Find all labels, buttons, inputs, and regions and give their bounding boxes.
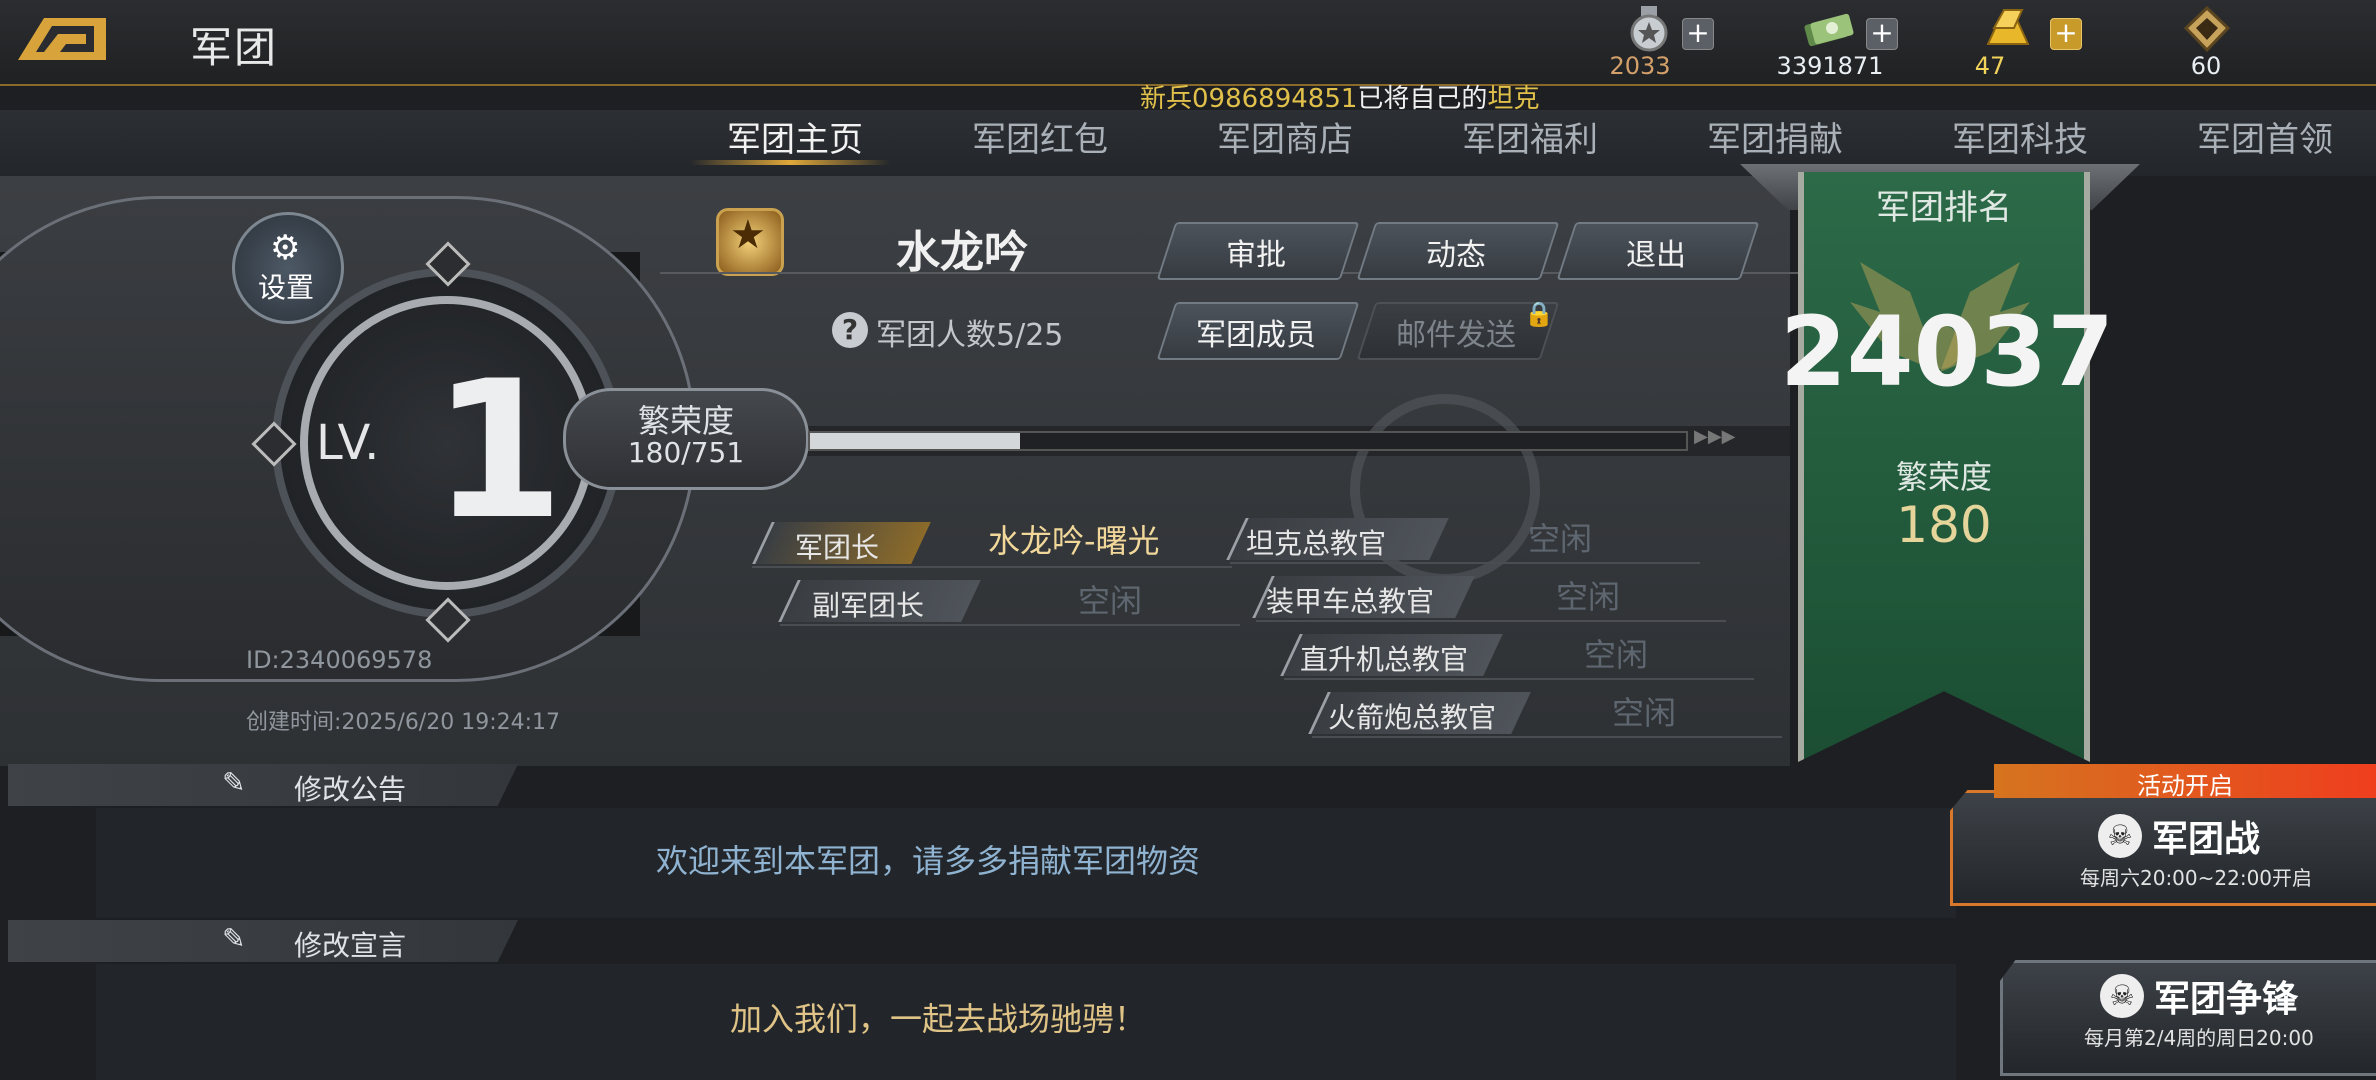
edit-notice-button[interactable] bbox=[8, 764, 518, 806]
page-title: 军团 bbox=[190, 23, 279, 72]
legion-war-title: 军团战 bbox=[2152, 819, 2261, 860]
star-icon: ★ bbox=[730, 212, 766, 258]
created-time: 创建时间:2025/6/20 19:24:17 bbox=[246, 710, 561, 735]
divider bbox=[780, 624, 1240, 626]
role-title-tank-instructor: 坦克总教官 bbox=[1246, 527, 1387, 560]
legion-name: 水龙吟 bbox=[896, 227, 1028, 278]
role-title-heli-instructor: 直升机总教官 bbox=[1300, 643, 1469, 676]
banner-prosperity-value: 180 bbox=[1896, 496, 1992, 554]
tab-shop[interactable]: 军团商店 bbox=[1170, 112, 1400, 161]
activity-label: 动态 bbox=[1426, 238, 1486, 273]
divider bbox=[752, 566, 1232, 568]
back-arrow-icon[interactable] bbox=[14, 12, 110, 64]
add-cash-button[interactable]: + bbox=[1866, 18, 1898, 50]
skull-icon: ☠ bbox=[2098, 814, 2142, 858]
heli-instructor-holder: 空闲 bbox=[1584, 636, 1649, 674]
prosperity-value: 180/751 bbox=[627, 436, 745, 469]
level-label: LV. bbox=[316, 415, 380, 471]
progress-arrows-icon: ▶▶▶ bbox=[1694, 426, 1736, 447]
edit-declaration-label: 修改宣言 bbox=[294, 929, 407, 962]
vice-leader-holder: 空闲 bbox=[1078, 582, 1143, 620]
tab-welfare[interactable]: 军团福利 bbox=[1415, 112, 1645, 161]
divider bbox=[1256, 620, 1726, 622]
tab-home[interactable]: 军团主页 bbox=[680, 112, 910, 161]
legion-war-schedule: 每周六20:00~22:00开启 bbox=[2080, 866, 2313, 890]
help-icon[interactable]: ? bbox=[832, 312, 868, 348]
edit-notice-label: 修改公告 bbox=[294, 773, 407, 806]
medal-icon bbox=[1630, 6, 1668, 52]
gold-bar-icon bbox=[1986, 9, 2030, 45]
role-title-rocket-instructor: 火箭炮总教官 bbox=[1328, 701, 1497, 734]
crystal-icon bbox=[2183, 6, 2231, 52]
add-medal-button[interactable]: + bbox=[1682, 18, 1714, 50]
gear-icon: ⚙ bbox=[270, 228, 301, 268]
legion-id: ID:2340069578 bbox=[246, 646, 433, 674]
edit-icon: ✎ bbox=[222, 766, 246, 799]
add-gold-button[interactable]: + bbox=[2050, 18, 2082, 50]
crystal-value: 60 bbox=[2190, 52, 2222, 80]
cash-value: 3391871 bbox=[1776, 52, 1884, 80]
gold-value: 47 bbox=[1974, 52, 2006, 80]
level-value: 1 bbox=[432, 340, 565, 561]
legion-contest-schedule: 每月第2/4周的周日20:00 bbox=[2084, 1026, 2314, 1050]
send-mail-label: 邮件发送 bbox=[1396, 318, 1516, 353]
role-title-apc-instructor: 装甲车总教官 bbox=[1266, 585, 1435, 618]
skull-icon: ☠ bbox=[2100, 974, 2144, 1018]
lock-icon: 🔒 bbox=[1524, 300, 1554, 328]
active-tab-indicator bbox=[690, 160, 890, 165]
approve-label: 审批 bbox=[1226, 238, 1286, 273]
prosperity-progress-fill bbox=[810, 433, 1020, 449]
banner-prosperity-label: 繁荣度 bbox=[1895, 458, 1992, 496]
divider bbox=[1284, 678, 1754, 680]
medal-value: 2033 bbox=[1609, 52, 1671, 80]
tab-tech[interactable]: 军团科技 bbox=[1905, 112, 2135, 161]
notice-text: 欢迎来到本军团，请多多捐献军团物资 bbox=[656, 842, 1201, 880]
quit-label: 退出 bbox=[1626, 238, 1686, 273]
cash-icon bbox=[1804, 13, 1854, 47]
tab-red-packet[interactable]: 军团红包 bbox=[925, 112, 1155, 161]
settings-label: 设置 bbox=[258, 271, 315, 304]
rocket-instructor-holder: 空闲 bbox=[1612, 694, 1677, 732]
rank-value: 24037 bbox=[1780, 296, 2114, 408]
members-label: 军团成员 bbox=[1196, 318, 1316, 353]
legion-contest-title: 军团争锋 bbox=[2154, 979, 2299, 1020]
divider bbox=[1230, 562, 1700, 564]
leader-name: 水龙吟-曙光 bbox=[988, 522, 1160, 560]
tab-donate[interactable]: 军团捐献 bbox=[1660, 112, 1890, 161]
tab-boss[interactable]: 军团首领 bbox=[2150, 112, 2376, 161]
declaration-text: 加入我们，一起去战场驰骋！ bbox=[730, 1000, 1147, 1038]
members-count: 军团人数5/25 bbox=[876, 318, 1064, 353]
tank-instructor-holder: 空闲 bbox=[1528, 520, 1593, 558]
event-open-label: 活动开启 bbox=[2137, 772, 2233, 800]
edit-icon: ✎ bbox=[222, 922, 246, 955]
role-title-vice-leader: 副军团长 bbox=[812, 589, 925, 622]
apc-instructor-holder: 空闲 bbox=[1556, 578, 1621, 616]
divider bbox=[1312, 736, 1782, 738]
ranking-title: 军团排名 bbox=[1876, 188, 2012, 228]
role-title-leader: 军团长 bbox=[795, 531, 880, 564]
edit-declaration-button[interactable] bbox=[8, 920, 518, 962]
